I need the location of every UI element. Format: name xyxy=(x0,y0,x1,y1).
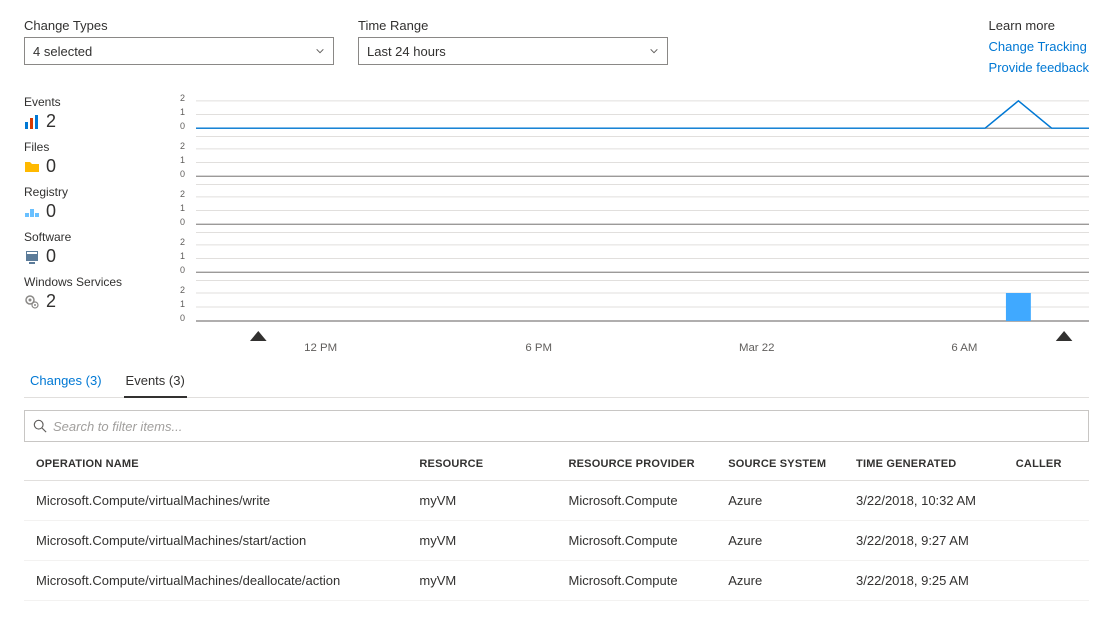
col-caller[interactable]: CALLER xyxy=(1004,448,1089,481)
col-provider[interactable]: RESOURCE PROVIDER xyxy=(556,448,716,481)
chart-software[interactable]: 2 1 0 xyxy=(196,239,1089,281)
cell-time: 3/22/2018, 9:25 AM xyxy=(844,561,1004,601)
cell-resource: myVM xyxy=(407,521,556,561)
cell-operation: Microsoft.Compute/virtualMachines/write xyxy=(24,481,407,521)
cell-caller xyxy=(1004,521,1089,561)
table-row[interactable]: Microsoft.Compute/virtualMachines/writem… xyxy=(24,481,1089,521)
svg-text:Mar 22: Mar 22 xyxy=(739,342,775,354)
metric-services: Windows Services 2 xyxy=(24,275,184,312)
chart-services[interactable]: 2 1 0 xyxy=(196,287,1089,329)
col-operation[interactable]: OPERATION NAME xyxy=(24,448,407,481)
metric-registry: Registry 0 xyxy=(24,185,184,222)
svg-text:12 PM: 12 PM xyxy=(304,342,337,354)
provide-feedback-link[interactable]: Provide feedback xyxy=(989,60,1089,75)
cell-caller xyxy=(1004,561,1089,601)
cell-source: Azure xyxy=(716,481,844,521)
chevron-down-icon xyxy=(315,46,325,56)
change-tracking-link[interactable]: Change Tracking xyxy=(989,39,1089,54)
learn-more-heading: Learn more xyxy=(989,18,1089,33)
time-range-label: Time Range xyxy=(358,18,668,33)
cell-provider: Microsoft.Compute xyxy=(556,521,716,561)
metric-software: Software 0 xyxy=(24,230,184,267)
time-range-value: Last 24 hours xyxy=(367,44,446,59)
svg-text:6 PM: 6 PM xyxy=(525,342,552,354)
chart-events[interactable]: 2 1 0 xyxy=(196,95,1089,137)
col-time[interactable]: TIME GENERATED xyxy=(844,448,1004,481)
col-resource[interactable]: RESOURCE xyxy=(407,448,556,481)
folder-icon xyxy=(24,159,40,175)
metrics-sidebar: Events 2 Files 0 Registry xyxy=(24,95,184,359)
bar-chart-icon xyxy=(24,114,40,130)
change-types-label: Change Types xyxy=(24,18,334,33)
search-icon xyxy=(33,419,47,433)
cell-caller xyxy=(1004,481,1089,521)
tab-events[interactable]: Events (3) xyxy=(124,365,187,398)
software-icon xyxy=(24,249,40,265)
cell-resource: myVM xyxy=(407,561,556,601)
search-input[interactable] xyxy=(53,419,1080,434)
cell-provider: Microsoft.Compute xyxy=(556,561,716,601)
time-range-filter: Time Range Last 24 hours xyxy=(358,18,668,65)
table-row[interactable]: Microsoft.Compute/virtualMachines/deallo… xyxy=(24,561,1089,601)
col-source[interactable]: SOURCE SYSTEM xyxy=(716,448,844,481)
table-row[interactable]: Microsoft.Compute/virtualMachines/start/… xyxy=(24,521,1089,561)
learn-more-panel: Learn more Change Tracking Provide feedb… xyxy=(989,18,1089,75)
tab-changes[interactable]: Changes (3) xyxy=(28,365,104,397)
filter-bar: Change Types 4 selected Time Range Last … xyxy=(24,18,1089,75)
gear-icon xyxy=(24,294,40,310)
chevron-down-icon xyxy=(649,46,659,56)
charts-section: Events 2 Files 0 Registry xyxy=(24,95,1089,359)
cell-provider: Microsoft.Compute xyxy=(556,481,716,521)
tab-bar: Changes (3) Events (3) xyxy=(24,365,1089,398)
chart-timeline[interactable]: 12 PM 6 PM Mar 22 6 AM xyxy=(196,331,1089,359)
metric-events: Events 2 xyxy=(24,95,184,132)
cell-source: Azure xyxy=(716,521,844,561)
metric-files: Files 0 xyxy=(24,140,184,177)
cell-resource: myVM xyxy=(407,481,556,521)
registry-icon xyxy=(24,204,40,220)
search-box[interactable] xyxy=(24,410,1089,442)
svg-text:6 AM: 6 AM xyxy=(951,342,977,354)
change-types-filter: Change Types 4 selected xyxy=(24,18,334,65)
cell-operation: Microsoft.Compute/virtualMachines/start/… xyxy=(24,521,407,561)
chart-files[interactable]: 2 1 0 xyxy=(196,143,1089,185)
time-range-dropdown[interactable]: Last 24 hours xyxy=(358,37,668,65)
events-table: OPERATION NAME RESOURCE RESOURCE PROVIDE… xyxy=(24,448,1089,601)
cell-time: 3/22/2018, 10:32 AM xyxy=(844,481,1004,521)
charts-column: 2 1 0 2 1 0 2 1 0 xyxy=(196,95,1089,359)
chart-registry[interactable]: 2 1 0 xyxy=(196,191,1089,233)
change-types-value: 4 selected xyxy=(33,44,92,59)
cell-time: 3/22/2018, 9:27 AM xyxy=(844,521,1004,561)
cell-source: Azure xyxy=(716,561,844,601)
cell-operation: Microsoft.Compute/virtualMachines/deallo… xyxy=(24,561,407,601)
change-types-dropdown[interactable]: 4 selected xyxy=(24,37,334,65)
